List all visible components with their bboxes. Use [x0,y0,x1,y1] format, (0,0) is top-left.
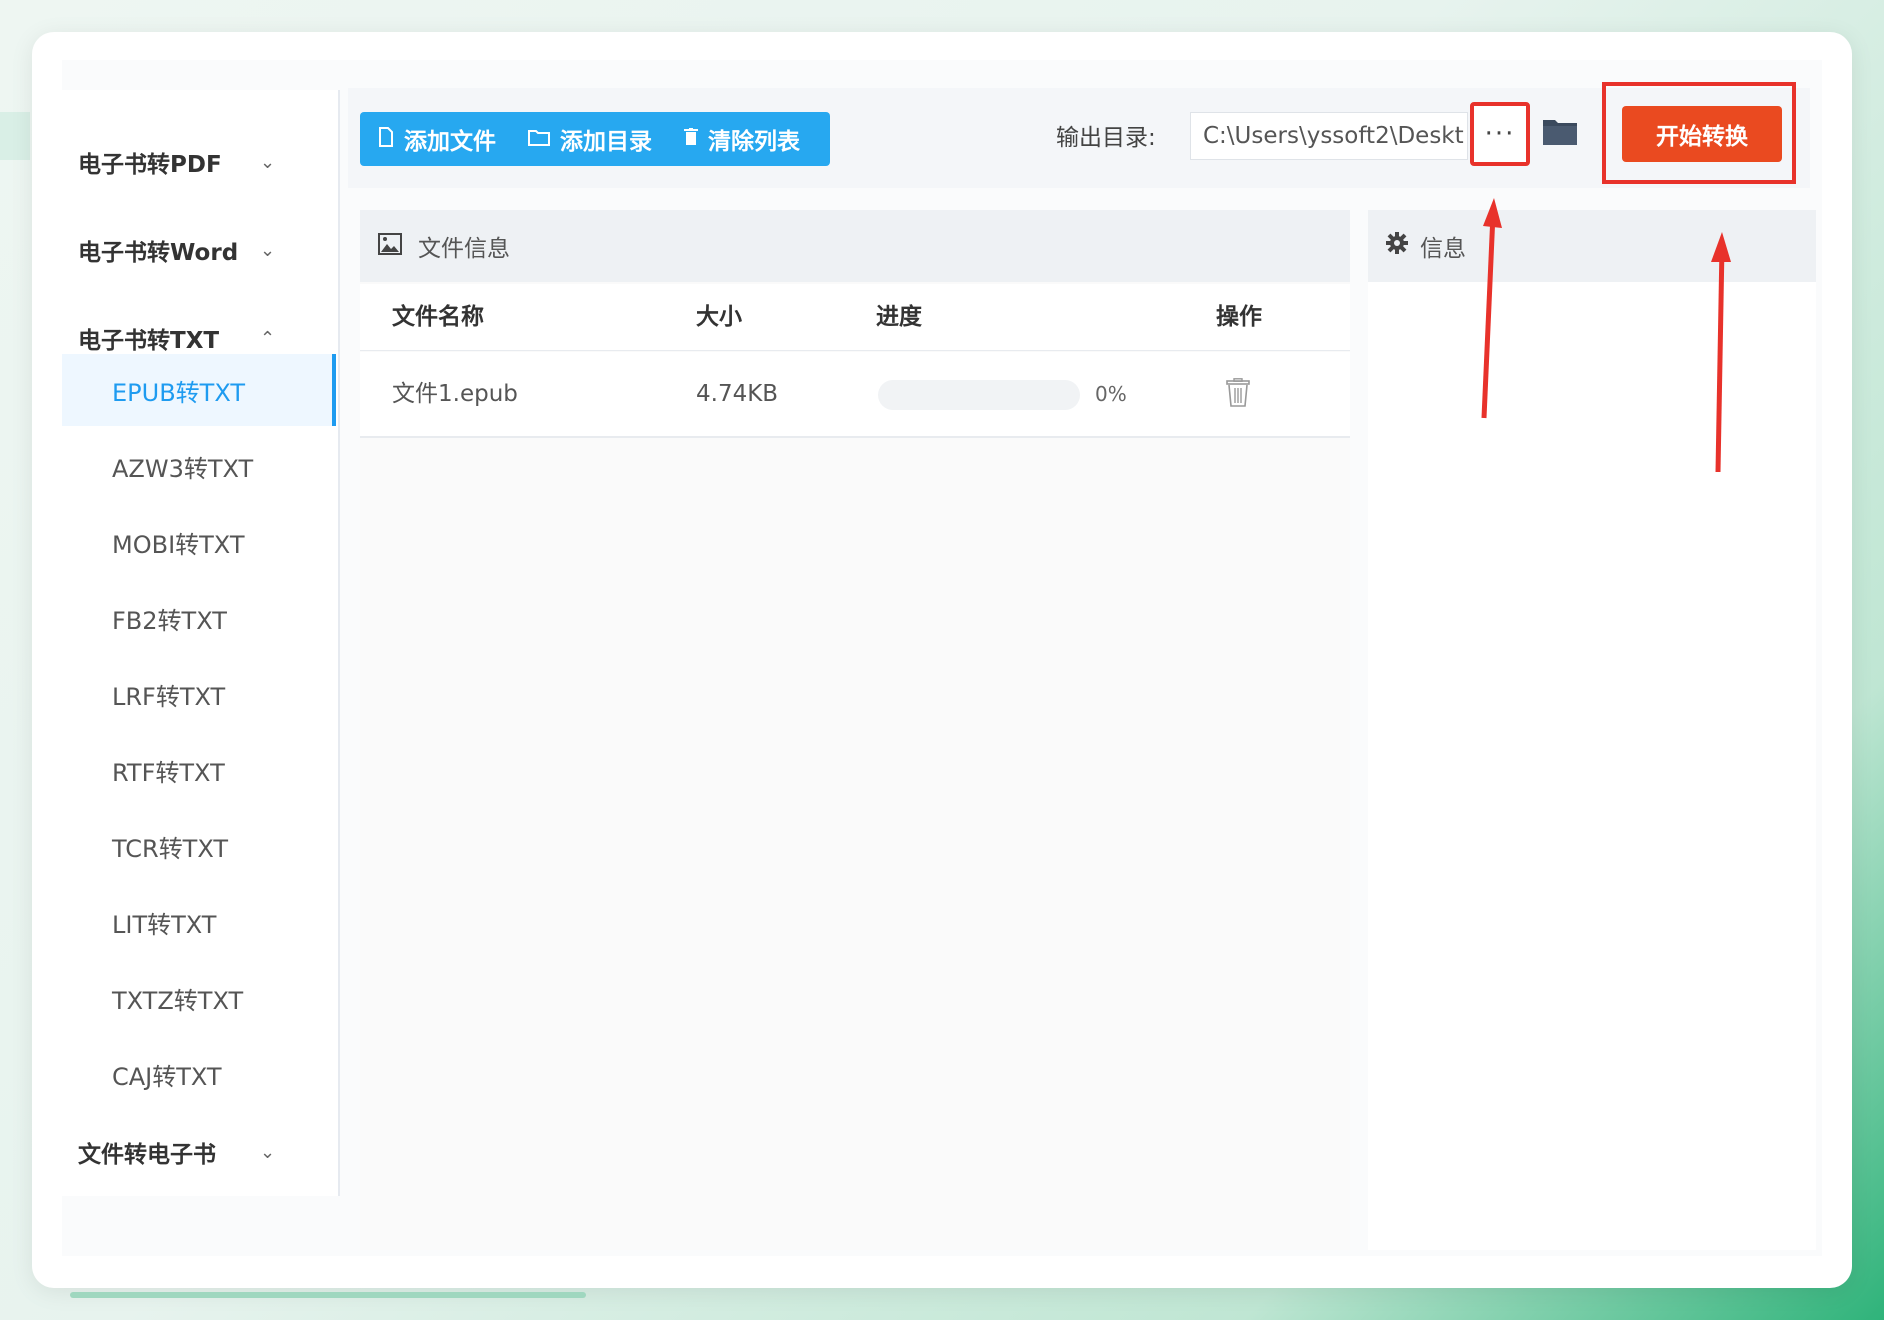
sidebar-item-rtf-to-txt[interactable]: RTF转TXT [62,734,336,806]
column-header-size: 大小 [696,304,742,330]
start-convert-button[interactable]: 开始转换 [1622,106,1782,162]
file-table-header: 文件名称 大小 进度 操作 [360,284,1350,351]
sidebar-item-label: TCR转TXT [112,834,229,863]
sidebar-item-lit-to-txt[interactable]: LIT转TXT [62,886,336,958]
table-row[interactable]: 文件1.epub 4.74KB 0% [360,352,1350,438]
sidebar-group-ebook-to-pdf[interactable]: 电子书转PDF ⌄ [78,132,328,192]
sidebar-group-label: 电子书转Word [78,240,239,266]
progress-percent: 0% [1095,382,1127,406]
file-icon [378,126,394,152]
sidebar-item-lrf-to-txt[interactable]: LRF转TXT [62,658,336,730]
column-header-action: 操作 [1216,304,1262,330]
add-file-button[interactable]: 添加文件 [360,112,510,166]
sidebar-item-txtz-to-txt[interactable]: TXTZ转TXT [62,962,336,1034]
file-action-buttons: 添加文件 添加目录 清除列表 [360,112,830,166]
file-name: 文件1.epub [392,381,518,407]
sidebar-group-label: 文件转电子书 [78,1142,216,1168]
sidebar: 电子书转PDF ⌄ 电子书转Word ⌄ 电子书转TXT ⌃ EPUB转TXT … [62,90,340,1196]
column-header-progress: 进度 [876,304,922,330]
sidebar-group-label: 电子书转PDF [78,152,222,178]
clear-list-button[interactable]: 清除列表 [666,112,814,166]
horizontal-scrollbar[interactable] [70,1292,586,1298]
sidebar-item-label: EPUB转TXT [112,378,246,407]
clear-list-label: 清除列表 [708,129,800,155]
file-panel-title: 文件信息 [418,236,510,262]
sidebar-group-ebook-to-word[interactable]: 电子书转Word ⌄ [78,220,328,280]
add-directory-button[interactable]: 添加目录 [510,112,666,166]
add-file-label: 添加文件 [404,129,496,155]
sidebar-item-mobi-to-txt[interactable]: MOBI转TXT [62,506,336,578]
info-panel-title: 信息 [1420,236,1466,262]
progress-bar [878,380,1080,410]
chevron-down-icon: ⌄ [260,151,276,173]
sidebar-item-tcr-to-txt[interactable]: TCR转TXT [62,810,336,882]
annotation-arrow-more [1481,198,1502,419]
sidebar-item-label: TXTZ转TXT [112,986,244,1015]
gear-icon [1386,232,1408,260]
sidebar-item-label: LIT转TXT [112,910,217,939]
chevron-down-icon: ⌄ [260,239,276,261]
image-icon [378,233,402,259]
sidebar-item-label: LRF转TXT [112,682,226,711]
sidebar-item-label: FB2转TXT [112,606,227,635]
folder-outline-icon [528,127,550,151]
annotation-arrow-start [1711,232,1731,473]
sidebar-item-azw3-to-txt[interactable]: AZW3转TXT [62,430,336,502]
file-size: 4.74KB [696,381,779,407]
sidebar-item-label: RTF转TXT [112,758,225,787]
file-panel-header: 文件信息 [360,210,1350,282]
trash-icon [684,127,698,151]
background-tab [0,112,30,160]
open-folder-icon[interactable] [1542,116,1578,150]
sidebar-group-file-to-ebook[interactable]: 文件转电子书 ⌄ [78,1122,328,1182]
info-panel-header: 信息 [1368,210,1816,282]
output-directory-label: 输出目录: [1056,125,1156,151]
sidebar-item-epub-to-txt[interactable]: EPUB转TXT [62,354,336,426]
info-panel [1368,210,1816,1250]
chevron-up-icon: ⌃ [260,327,276,349]
browse-more-button[interactable]: ··· [1470,102,1530,166]
sidebar-item-label: AZW3转TXT [112,454,254,483]
add-directory-label: 添加目录 [560,129,652,155]
chevron-down-icon: ⌄ [260,1141,276,1163]
sidebar-item-caj-to-txt[interactable]: CAJ转TXT [62,1038,336,1110]
sidebar-item-label: CAJ转TXT [112,1062,222,1091]
output-path-field[interactable]: C:\Users\yssoft2\Deskt [1190,112,1468,160]
delete-file-icon[interactable] [1226,378,1250,414]
sidebar-item-fb2-to-txt[interactable]: FB2转TXT [62,582,336,654]
column-header-name: 文件名称 [392,304,484,330]
sidebar-group-label: 电子书转TXT [78,328,220,354]
sidebar-item-label: MOBI转TXT [112,530,245,559]
